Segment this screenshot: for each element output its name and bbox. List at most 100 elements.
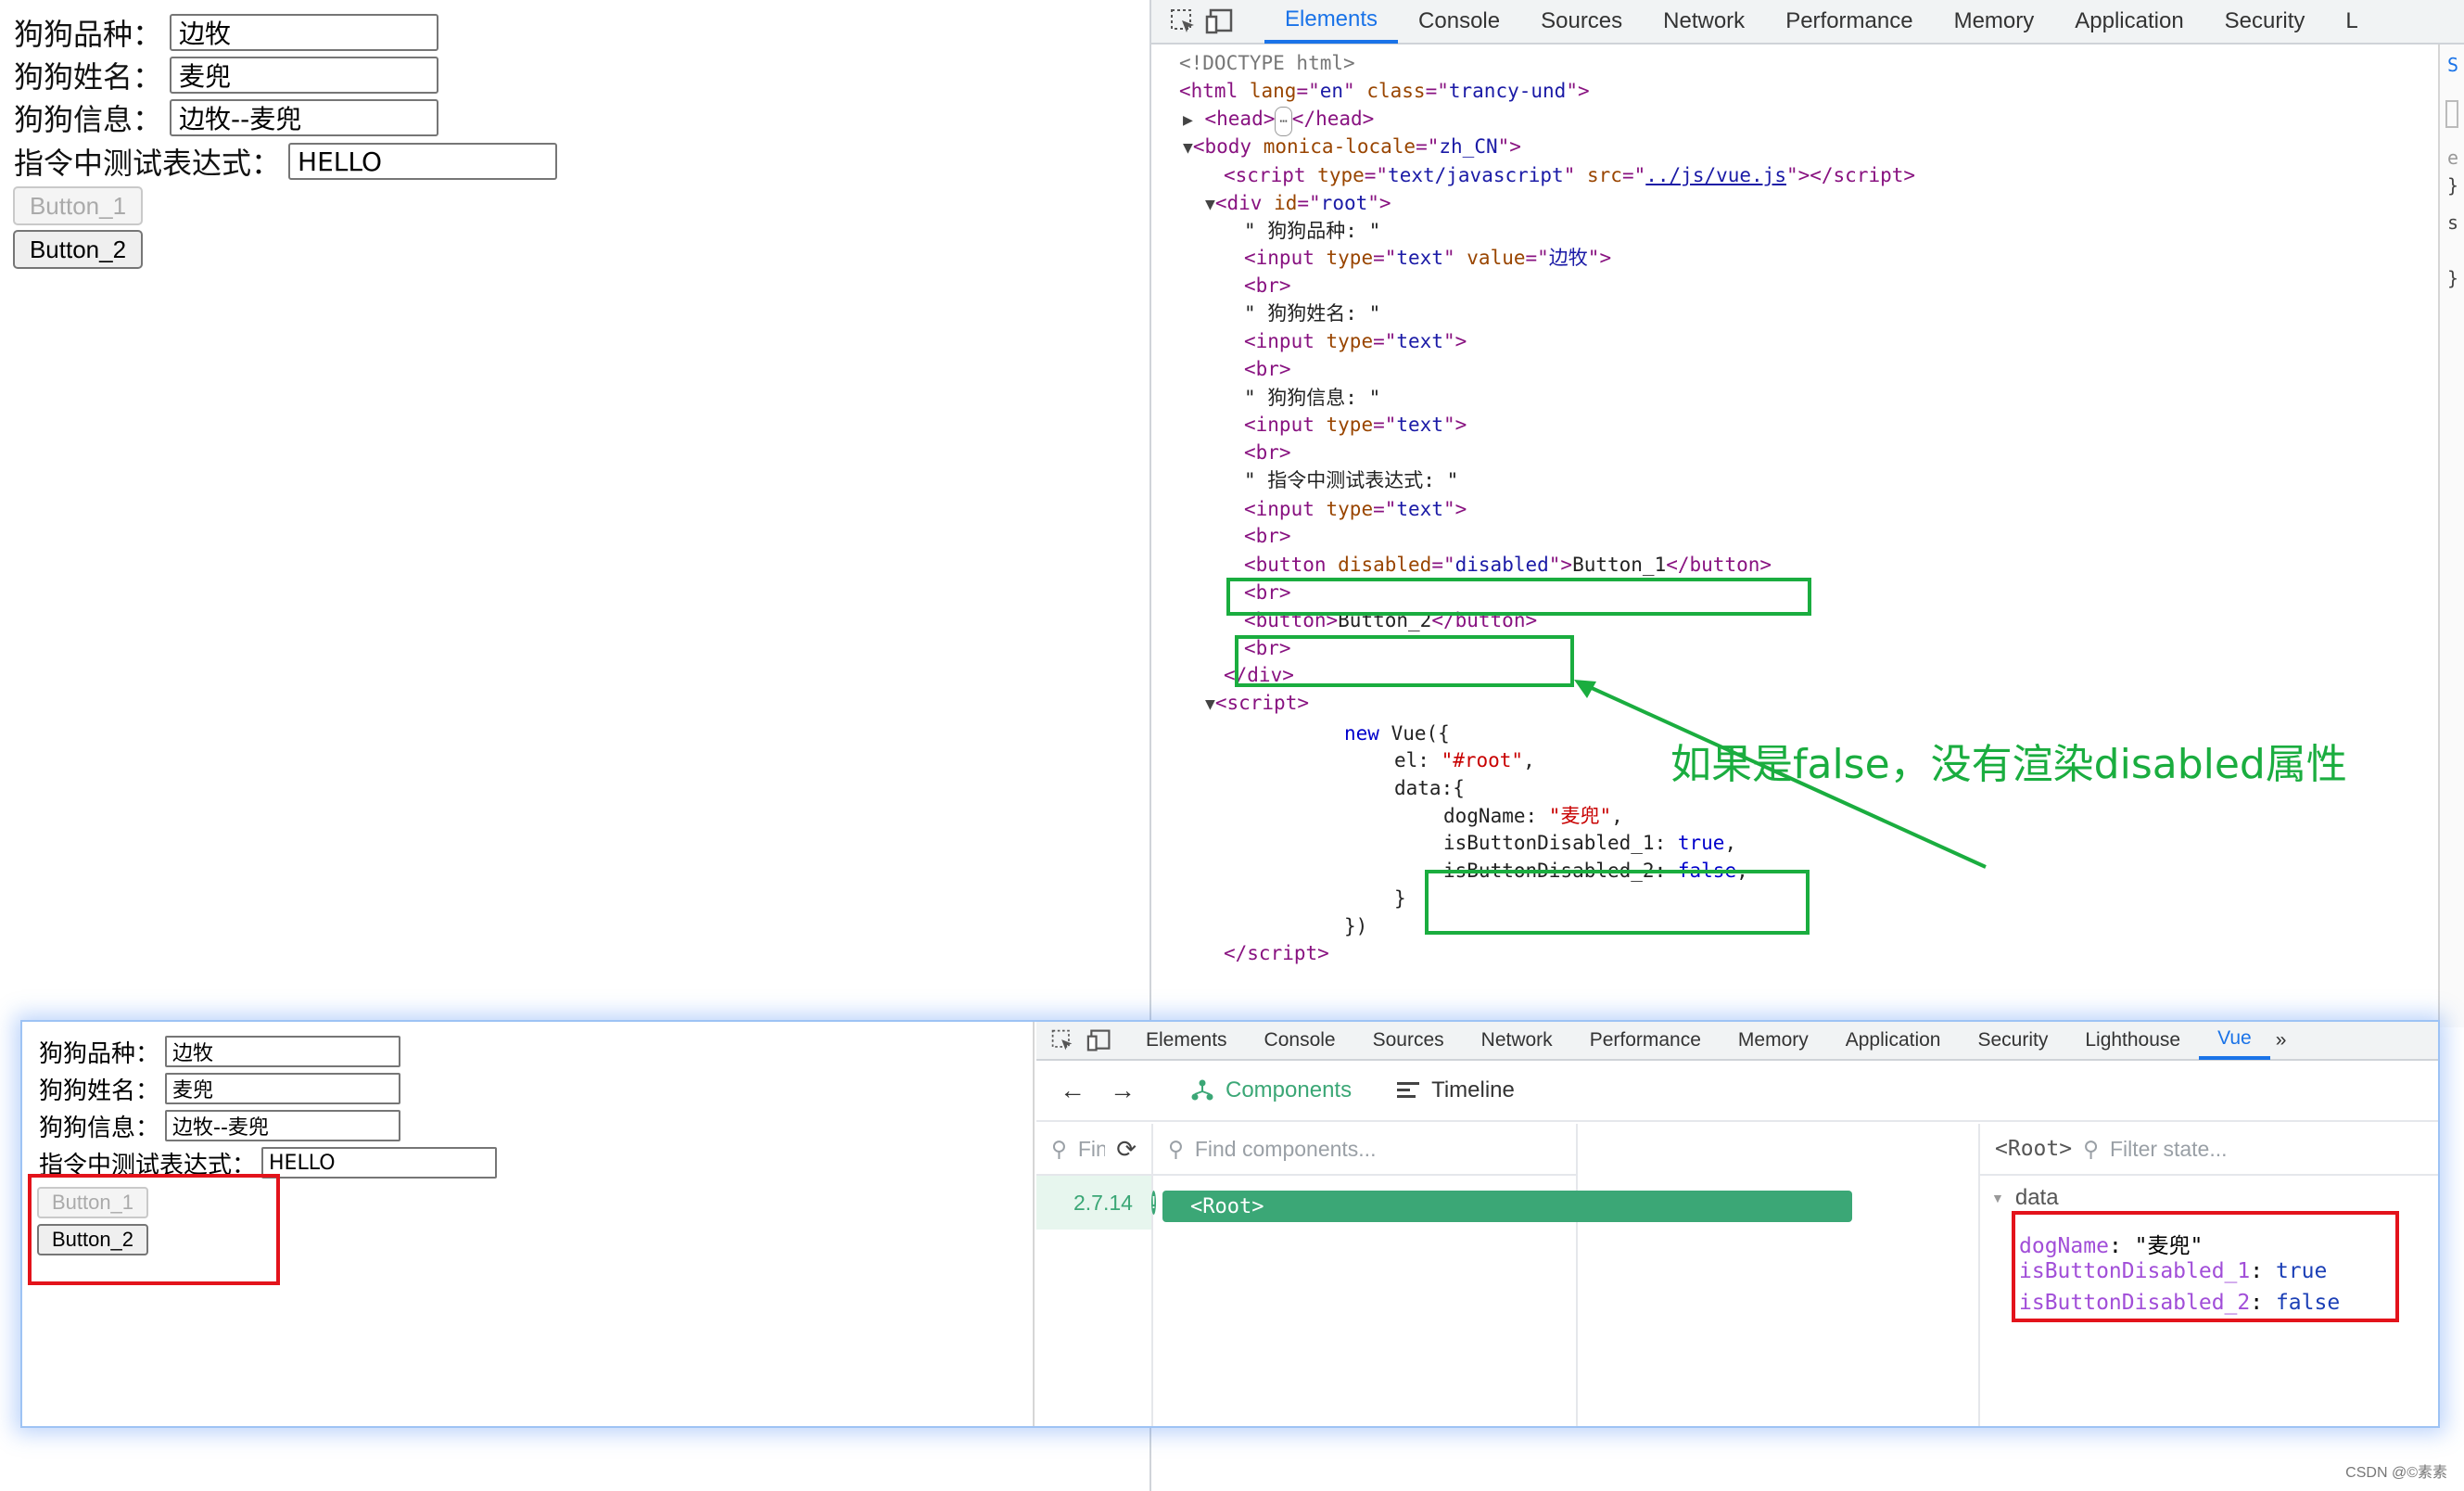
overlay-info-input[interactable]: 边牧--麦兜 — [165, 1110, 401, 1141]
styles-pane-edge: S e } s } — [2438, 45, 2464, 1027]
tab-lighthouse[interactable]: Lighthouse — [2066, 1021, 2199, 1060]
styles-tab-edge[interactable]: S — [2447, 54, 2458, 76]
tab-application[interactable]: Application — [1827, 1021, 1960, 1060]
tab-security[interactable]: Security — [2204, 0, 2326, 44]
tab-network[interactable]: Network — [1463, 1021, 1571, 1060]
tab-sources[interactable]: Sources — [1354, 1021, 1463, 1060]
vue-devtools-tabbar: Elements Console Sources Network Perform… — [1036, 1022, 2438, 1061]
filter-box-edge[interactable] — [2445, 100, 2458, 128]
styles-text-edge: e — [2447, 147, 2459, 169]
js-el: el: "#root", — [1394, 749, 1535, 771]
tab-elements[interactable]: Elements — [1127, 1021, 1246, 1060]
dom-text-expr[interactable]: " 指令中测试表达式: " — [1244, 466, 1458, 494]
filter-state-placeholder: Filter state... — [2109, 1136, 2228, 1161]
dom-input-expr[interactable]: <input type="text"> — [1244, 495, 1467, 523]
tab-memory[interactable]: Memory — [1720, 1021, 1827, 1060]
forward-arrow-icon[interactable]: → — [1098, 1076, 1148, 1105]
tab-console[interactable]: Console — [1246, 1021, 1354, 1060]
tab-application[interactable]: Application — [2054, 0, 2204, 44]
js-data: data:{ — [1394, 777, 1465, 799]
overlay-info-row: 狗狗信息： 边牧--麦兜 — [39, 1109, 401, 1142]
dom-text-info[interactable]: " 狗狗信息: " — [1244, 384, 1380, 412]
vue-devtools-nav: ← → Components Timeline — [1036, 1061, 2438, 1122]
js-new-vue: new Vue({ — [1344, 722, 1450, 745]
dom-doctype[interactable]: <!DOCTYPE html> — [1179, 49, 1355, 77]
dom-html[interactable]: <html lang="en" class="trancy-und"> — [1179, 77, 1590, 105]
annotation-text: 如果是false，没有渲染disabled属性 — [1670, 741, 2347, 788]
tab-performance[interactable]: Performance — [1571, 1021, 1720, 1060]
tab-lighthouse-truncated[interactable]: L — [2325, 0, 2378, 44]
dom-script-vue[interactable]: <script type="text/javascript" src="../j… — [1224, 161, 1915, 189]
tab-network[interactable]: Network — [1643, 0, 1765, 44]
nav-components[interactable]: Components — [1168, 1077, 1374, 1103]
apps-column: ⚲ Find a ⟳ 2.7.14 ! — [1036, 1124, 1156, 1426]
state-column: <Root> ⚲ Filter state... ▼ data dogName:… — [1978, 1124, 2438, 1426]
dom-br[interactable]: <br> — [1244, 355, 1291, 383]
tab-memory[interactable]: Memory — [1934, 0, 2055, 44]
overlay-expr-input[interactable]: HELLO — [261, 1147, 498, 1179]
breed-input[interactable]: 边牧 — [170, 14, 439, 51]
dom-script-inline[interactable]: ▼<script> — [1205, 689, 1309, 717]
js-close-vue: }) — [1344, 915, 1368, 937]
dom-text-name[interactable]: " 狗狗姓名: " — [1244, 299, 1380, 327]
dom-script-close[interactable]: </script> — [1224, 939, 1329, 967]
dom-br[interactable]: <br> — [1244, 272, 1291, 299]
components-column: ⚲ Find components... — [1153, 1124, 1578, 1426]
name-row: 狗狗姓名： 麦兜 — [14, 55, 439, 96]
button-1-disabled: Button_1 — [13, 186, 143, 225]
dom-div-root[interactable]: ▼<div id="root"> — [1205, 189, 1391, 217]
dom-input-info[interactable]: <input type="text"> — [1244, 411, 1467, 439]
tab-sources[interactable]: Sources — [1520, 0, 1643, 44]
back-arrow-icon[interactable]: ← — [1048, 1076, 1098, 1105]
tab-vue[interactable]: Vue — [2199, 1021, 2270, 1060]
inspect-element-icon[interactable] — [1044, 1022, 1081, 1059]
overlay-info-label: 狗狗信息： — [39, 1114, 160, 1142]
highlight-state-flags — [2012, 1211, 2399, 1322]
overlay-breed-label: 狗狗品种： — [39, 1039, 160, 1068]
vue-devtools: Elements Console Sources Network Perform… — [1036, 1022, 2438, 1426]
overlay-breed-row: 狗狗品种： 边牧 — [39, 1035, 401, 1068]
refresh-icon[interactable]: ⟳ — [1116, 1135, 1137, 1164]
name-input[interactable]: 麦兜 — [170, 57, 439, 94]
overlay-screenshot: 狗狗品种： 边牧 狗狗姓名： 麦兜 狗狗信息： 边牧--麦兜 指令中测试表达式：… — [20, 1020, 2440, 1428]
search-icon: ⚲ — [1051, 1136, 1067, 1161]
dom-button-1[interactable]: <button disabled="disabled">Button_1</bu… — [1244, 551, 1772, 579]
js-close-data: } — [1394, 887, 1406, 910]
tab-elements[interactable]: Elements — [1264, 0, 1399, 44]
find-app-search[interactable]: ⚲ Find a ⟳ — [1036, 1124, 1151, 1176]
dom-input-name[interactable]: <input type="text"> — [1244, 327, 1467, 355]
dom-head[interactable]: ▶ <head> ⋯ </head> — [1183, 105, 1374, 136]
expr-row: 指令中测试表达式： HELLO — [14, 141, 558, 182]
tab-console[interactable]: Console — [1398, 0, 1520, 44]
root-component-node[interactable]: <Root> — [1162, 1191, 1852, 1222]
styles-brace-edge: } — [2447, 267, 2459, 289]
state-filter[interactable]: <Root> ⚲ Filter state... — [1980, 1124, 2438, 1176]
dom-body[interactable]: ▼<body monica-locale="zh_CN"> — [1183, 133, 1521, 160]
collapse-triangle-icon: ▼ — [1991, 1191, 2004, 1205]
device-toolbar-icon[interactable] — [1201, 3, 1238, 40]
dom-br[interactable]: <br> — [1244, 439, 1291, 466]
overlay-name-input[interactable]: 麦兜 — [165, 1073, 401, 1104]
device-toolbar-icon[interactable] — [1081, 1022, 1118, 1059]
dom-br[interactable]: <br> — [1244, 522, 1291, 550]
more-tabs-icon[interactable]: » — [2270, 1021, 2293, 1060]
nav-components-label: Components — [1226, 1077, 1353, 1102]
timeline-icon — [1397, 1082, 1420, 1098]
info-input[interactable]: 边牧--麦兜 — [170, 99, 439, 136]
dom-input-breed[interactable]: <input type="text" value="边牧"> — [1244, 244, 1611, 272]
expr-input[interactable]: HELLO — [288, 143, 558, 180]
state-section-data[interactable]: ▼ data — [1991, 1185, 2059, 1211]
tab-security[interactable]: Security — [1959, 1021, 2066, 1060]
styles-brace-edge: } — [2447, 174, 2459, 197]
button-2[interactable]: Button_2 — [13, 230, 143, 269]
tab-performance[interactable]: Performance — [1765, 0, 1933, 44]
overlay-breed-input[interactable]: 边牧 — [165, 1036, 401, 1067]
dom-text-breed[interactable]: " 狗狗品种: " — [1244, 217, 1380, 245]
breed-label: 狗狗品种： — [14, 17, 163, 52]
inspect-element-icon[interactable] — [1164, 3, 1201, 40]
overlay-page-preview: 狗狗品种： 边牧 狗狗姓名： 麦兜 狗狗信息： 边牧--麦兜 指令中测试表达式：… — [22, 1022, 1035, 1426]
state-section-label: data — [2014, 1185, 2059, 1210]
nav-timeline[interactable]: Timeline — [1374, 1077, 1537, 1103]
find-components-search[interactable]: ⚲ Find components... — [1153, 1124, 1576, 1176]
app-version-row[interactable]: 2.7.14 ! — [1036, 1176, 1156, 1230]
